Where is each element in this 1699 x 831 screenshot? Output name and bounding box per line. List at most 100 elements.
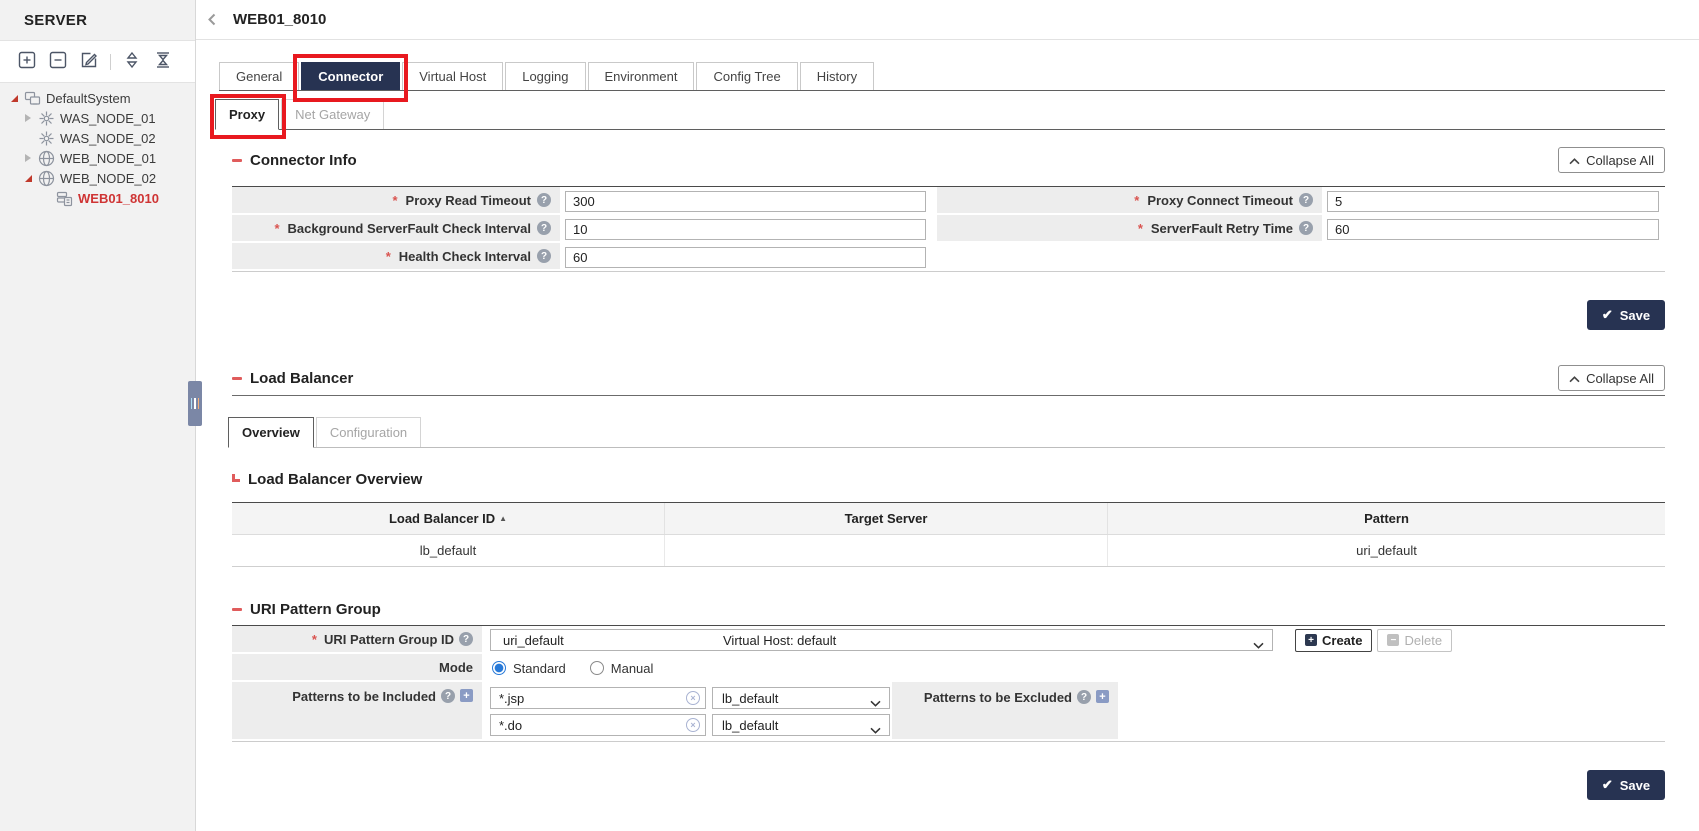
remove-pattern-icon[interactable]: ×: [686, 718, 700, 732]
collapse-panel-chevron-icon[interactable]: [202, 10, 222, 30]
load-balancer-header: Load Balancer Collapse All: [232, 365, 1665, 391]
field-label: * Background ServerFault Check Interval …: [232, 215, 560, 243]
add-pattern-icon[interactable]: +: [460, 689, 473, 702]
toolbar-separator: [110, 54, 111, 70]
radio-standard[interactable]: [492, 661, 506, 675]
pattern-line: × lb_default: [490, 714, 892, 736]
server-instance-icon: [55, 189, 73, 207]
tree-expand-arrow[interactable]: [22, 175, 34, 182]
edit-node-button[interactable]: [79, 52, 99, 72]
tab-connector[interactable]: Connector: [301, 62, 400, 90]
save-button[interactable]: ✔ Save: [1587, 770, 1665, 800]
table-row[interactable]: lb_default uri_default: [232, 535, 1665, 567]
column-header-load-balancer-id[interactable]: Load Balancer ID ▲: [232, 503, 665, 534]
subtab-configuration[interactable]: Configuration: [316, 417, 421, 447]
subtab-proxy[interactable]: Proxy: [215, 99, 279, 130]
collapse-all-button[interactable]: Collapse All: [1558, 365, 1665, 391]
help-icon[interactable]: ?: [1299, 221, 1313, 235]
edit-pencil-icon: [80, 51, 98, 72]
create-button[interactable]: + Create: [1295, 629, 1372, 652]
main-panel: WEB01_8010 General Connector Virtual Hos…: [196, 0, 1699, 831]
tree-item-label: WAS_NODE_01: [60, 111, 156, 126]
tab-virtual-host[interactable]: Virtual Host: [402, 62, 503, 90]
cell-load-balancer-id: lb_default: [232, 535, 665, 566]
section-dash-icon: [232, 608, 242, 611]
tab-history[interactable]: History: [800, 62, 874, 90]
collapse-all-tree-button[interactable]: [153, 52, 173, 72]
uri-pattern-group-id-select[interactable]: uri_default Virtual Host: default: [490, 629, 1273, 651]
connector-save-row: ✔ Save: [219, 300, 1665, 330]
web-node-icon: [37, 169, 55, 187]
tree-collapse-arrow[interactable]: [22, 154, 34, 162]
column-header-target-server[interactable]: Target Server: [665, 503, 1108, 534]
tab-general[interactable]: General: [219, 62, 299, 90]
subtab-net-gateway[interactable]: Net Gateway: [281, 99, 384, 129]
tree-item-defaultsystem[interactable]: DefaultSystem: [0, 88, 195, 108]
help-icon[interactable]: ?: [1077, 690, 1091, 704]
tree-toolbar: [0, 40, 195, 83]
tree-item-was-node-02[interactable]: WAS_NODE_02: [0, 128, 195, 148]
server-tree: DefaultSystem WAS_NODE_01 WAS_NODE_02 WE…: [0, 83, 195, 208]
lb-overview-title: Load Balancer Overview: [232, 471, 422, 488]
field-value-cell: [560, 243, 932, 271]
tree-item-web-node-01[interactable]: WEB_NODE_01: [0, 148, 195, 168]
tree-expand-arrow[interactable]: [8, 95, 20, 102]
virtual-host-text: Virtual Host: default: [723, 633, 836, 648]
tree-item-label: DefaultSystem: [46, 91, 131, 106]
serverfault-retry-time-input[interactable]: [1327, 219, 1659, 240]
sidebar-title: SERVER: [0, 0, 195, 40]
chevron-down-icon: [1253, 637, 1264, 652]
proxy-read-timeout-input[interactable]: [565, 191, 926, 212]
check-icon: ✔: [1602, 307, 1613, 323]
cell-target-server: [665, 535, 1108, 566]
field-label: * Proxy Read Timeout ?: [232, 187, 560, 215]
tree-item-label: WAS_NODE_02: [60, 131, 156, 146]
field-label: * ServerFault Retry Time ?: [932, 215, 1322, 243]
help-icon[interactable]: ?: [441, 689, 455, 703]
chevron-down-icon: [870, 695, 881, 710]
lb-overview-table: Load Balancer ID ▲ Target Server Pattern…: [232, 502, 1665, 567]
tree-item-was-node-01[interactable]: WAS_NODE_01: [0, 108, 195, 128]
pattern-lb-select[interactable]: lb_default: [712, 714, 890, 736]
help-icon[interactable]: ?: [537, 249, 551, 263]
uri-pattern-group-header: URI Pattern Group: [232, 601, 1665, 618]
tree-item-web-node-02[interactable]: WEB_NODE_02: [0, 168, 195, 188]
sidebar-splitter-handle[interactable]: [188, 381, 202, 426]
collapse-all-button[interactable]: Collapse All: [1558, 147, 1665, 173]
tree-collapse-arrow[interactable]: [22, 114, 34, 122]
remove-node-button[interactable]: [48, 52, 68, 72]
save-button[interactable]: ✔ Save: [1587, 300, 1665, 330]
proxy-connect-timeout-input[interactable]: [1327, 191, 1659, 212]
pattern-lb-select[interactable]: lb_default: [712, 687, 890, 709]
tree-item-label: WEB01_8010: [78, 191, 159, 206]
remove-pattern-icon[interactable]: ×: [686, 691, 700, 705]
help-icon[interactable]: ?: [459, 632, 473, 646]
radio-label-standard[interactable]: Standard: [513, 661, 566, 676]
tab-logging[interactable]: Logging: [505, 62, 585, 90]
expand-all-icon: [123, 51, 141, 72]
tab-environment[interactable]: Environment: [588, 62, 695, 90]
field-label: * Health Check Interval ?: [232, 243, 560, 271]
column-header-pattern[interactable]: Pattern: [1108, 503, 1665, 534]
section-dash-icon: [232, 159, 242, 162]
add-node-button[interactable]: [17, 52, 37, 72]
tree-item-web01-8010[interactable]: WEB01_8010: [0, 188, 195, 208]
system-icon: [23, 89, 41, 107]
help-icon[interactable]: ?: [537, 221, 551, 235]
delete-button[interactable]: − Delete: [1377, 629, 1452, 652]
pattern-input[interactable]: [490, 714, 706, 736]
was-node-icon: [37, 129, 55, 147]
expand-all-button[interactable]: [122, 52, 142, 72]
uri-pattern-group-title: URI Pattern Group: [232, 601, 381, 618]
add-pattern-icon[interactable]: +: [1096, 690, 1109, 703]
radio-manual[interactable]: [590, 661, 604, 675]
radio-label-manual[interactable]: Manual: [611, 661, 654, 676]
background-serverfault-check-interval-input[interactable]: [565, 219, 926, 240]
help-icon[interactable]: ?: [537, 193, 551, 207]
help-icon[interactable]: ?: [1299, 193, 1313, 207]
empty-cell: [1322, 243, 1665, 271]
health-check-interval-input[interactable]: [565, 247, 926, 268]
tab-config-tree[interactable]: Config Tree: [696, 62, 797, 90]
pattern-input[interactable]: [490, 687, 706, 709]
subtab-overview[interactable]: Overview: [228, 417, 314, 448]
